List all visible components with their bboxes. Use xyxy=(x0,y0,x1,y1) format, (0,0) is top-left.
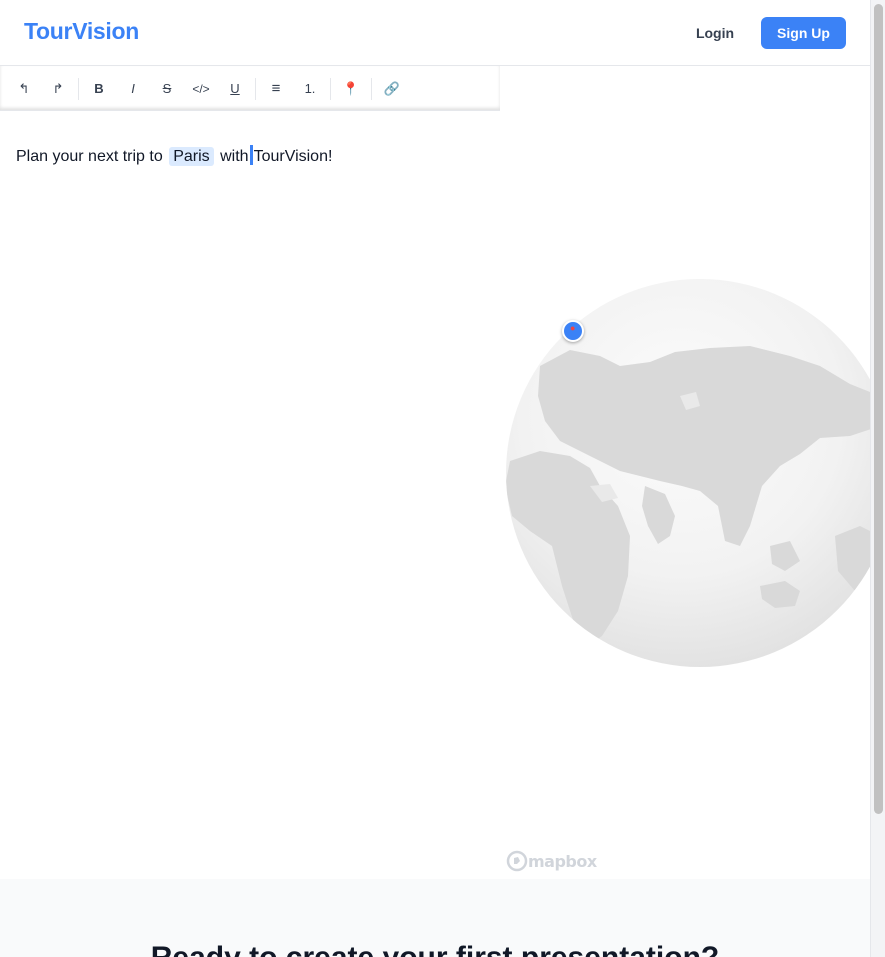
bold-button[interactable]: B xyxy=(85,77,113,101)
signup-button[interactable]: Sign Up xyxy=(761,17,846,49)
ordered-list-button[interactable]: 1. xyxy=(296,77,324,101)
location-pin-button[interactable]: 📍 xyxy=(337,77,365,101)
cta-heading: Ready to create your first presentation? xyxy=(0,941,870,957)
strikethrough-button[interactable]: S xyxy=(153,77,181,101)
globe-map[interactable]: ● mapbox xyxy=(500,66,870,879)
location-mention-paris[interactable]: Paris xyxy=(169,147,214,166)
undo-button[interactable]: ↰ xyxy=(10,77,38,101)
page-scrollbar[interactable] xyxy=(870,0,885,957)
toolbar-divider xyxy=(255,78,256,100)
brand-logo[interactable]: TourVision xyxy=(24,18,139,45)
editor-paragraph[interactable]: Plan your next trip to Paris with TourVis… xyxy=(16,145,332,168)
editor-toolbar: ↰ ↱ B I S </> U ≡ 1. 📍 🔗 xyxy=(0,66,500,111)
mapbox-wordmark: mapbox xyxy=(528,851,597,871)
mapbox-logo-icon xyxy=(506,850,528,872)
text-editor[interactable]: Plan your next trip to Paris with TourVis… xyxy=(0,111,500,879)
scrollbar-thumb[interactable] xyxy=(874,4,883,814)
bullet-list-button[interactable]: ≡ xyxy=(262,77,290,101)
editor-text-after: TourVision! xyxy=(253,148,333,165)
cta-section: Ready to create your first presentation? xyxy=(0,879,870,957)
toolbar-divider xyxy=(330,78,331,100)
editor-text-before: Plan your next trip to xyxy=(16,148,163,165)
toolbar-divider xyxy=(371,78,372,100)
code-button[interactable]: </> xyxy=(187,77,215,101)
toolbar-divider xyxy=(78,78,79,100)
mapbox-attribution[interactable]: mapbox xyxy=(506,850,597,872)
editor-text-with: with xyxy=(220,148,249,165)
globe-graphic xyxy=(506,279,870,667)
text-cursor xyxy=(249,145,253,165)
link-button[interactable]: 🔗 xyxy=(378,77,406,101)
underline-button[interactable]: U xyxy=(221,77,249,101)
redo-button[interactable]: ↱ xyxy=(44,77,72,101)
pin-marker-icon: ● xyxy=(570,323,576,333)
italic-button[interactable]: I xyxy=(119,77,147,101)
top-navbar: TourVision Login Sign Up xyxy=(0,0,870,66)
map-pin-icon[interactable]: ● xyxy=(562,320,584,342)
login-button[interactable]: Login xyxy=(680,17,750,49)
